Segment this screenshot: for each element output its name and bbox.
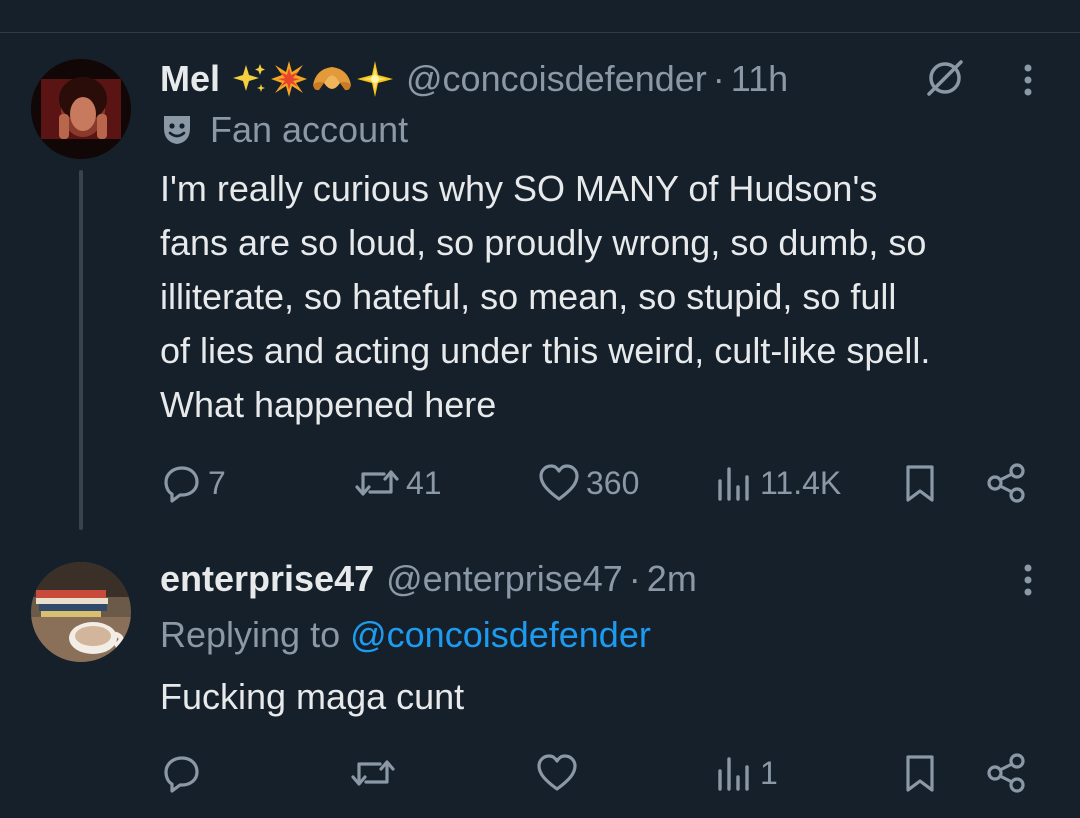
avatar-image (31, 59, 131, 159)
heart-icon (537, 754, 577, 791)
tweet-text: I'm really curious why SO MANY of Hudson… (160, 168, 931, 425)
glowing-star-emoji-icon (357, 61, 394, 97)
repost-count: 41 (406, 464, 442, 501)
reply-icon (164, 756, 199, 793)
grok-icon[interactable] (920, 56, 970, 100)
more-options-icon[interactable] (1010, 60, 1046, 100)
timestamp[interactable]: 11h (731, 58, 788, 100)
collision-emoji-icon (271, 61, 308, 97)
like-button[interactable] (536, 750, 584, 796)
repost-button[interactable]: 41 (354, 460, 442, 506)
display-name[interactable]: Mel (160, 58, 220, 100)
thread-connector-line (79, 170, 83, 530)
tweet-header: Mel @concoisdefender · 11h (160, 56, 788, 102)
croissant-emoji-icon (313, 67, 352, 91)
replying-to-mention[interactable]: @concoisdefender (350, 614, 651, 656)
repost-icon (351, 760, 395, 786)
tweet-header: enterprise47 @enterprise47 · 2m (160, 556, 697, 602)
like-button[interactable]: 360 (538, 460, 639, 506)
handle[interactable]: @enterprise47 (386, 558, 623, 600)
reply-button[interactable]: 7 (162, 460, 226, 506)
views-button[interactable]: 11.4K (714, 460, 841, 506)
name-emojis (232, 60, 394, 98)
bookmark-icon (906, 755, 934, 792)
views-icon (718, 467, 749, 501)
avatar-image (31, 562, 131, 662)
account-label: Fan account (160, 108, 408, 152)
tweet-text: Fucking maga cunt (160, 676, 465, 717)
avatar-mel[interactable] (31, 59, 131, 159)
reply-count: 7 (208, 464, 226, 501)
tweet-thread-screen: Mel @concoisdefender · 11h Fan account I… (0, 0, 1080, 818)
views-button[interactable]: 1 (714, 750, 778, 796)
reply-icon (164, 466, 199, 503)
tweet-2[interactable]: enterprise47 @enterprise47 · 2m Replying… (0, 540, 1080, 818)
avatar-enterprise47[interactable] (31, 562, 131, 662)
like-count: 360 (586, 464, 640, 501)
reply-button[interactable] (162, 750, 208, 796)
timestamp[interactable]: 2m (647, 558, 697, 600)
display-name[interactable]: enterprise47 (160, 558, 374, 600)
heart-icon (539, 464, 579, 501)
more-options-icon[interactable] (1010, 560, 1046, 600)
sparkles-emoji-icon (233, 64, 266, 92)
share-button[interactable] (982, 750, 1030, 796)
replying-to-prefix: Replying to (160, 614, 351, 655)
tweet-1[interactable]: Mel @concoisdefender · 11h Fan account I… (0, 0, 1080, 540)
share-icon (987, 753, 1025, 793)
fan-account-label: Fan account (210, 109, 409, 150)
share-icon (987, 463, 1025, 503)
separator-dot: · (628, 558, 641, 599)
replying-to-line: Replying to @concoisdefender (160, 612, 651, 658)
bookmark-button[interactable] (898, 460, 942, 506)
repost-icon (355, 470, 399, 496)
view-count: 1 (760, 754, 778, 791)
views-icon (718, 757, 749, 791)
repost-button[interactable] (350, 750, 402, 796)
bookmark-button[interactable] (898, 750, 942, 796)
handle[interactable]: @concoisdefender (406, 58, 707, 100)
bookmark-icon (906, 465, 934, 502)
separator-dot: · (712, 58, 725, 99)
view-count: 11.4K (760, 464, 842, 501)
theater-masks-icon (164, 116, 190, 144)
share-button[interactable] (982, 460, 1030, 506)
